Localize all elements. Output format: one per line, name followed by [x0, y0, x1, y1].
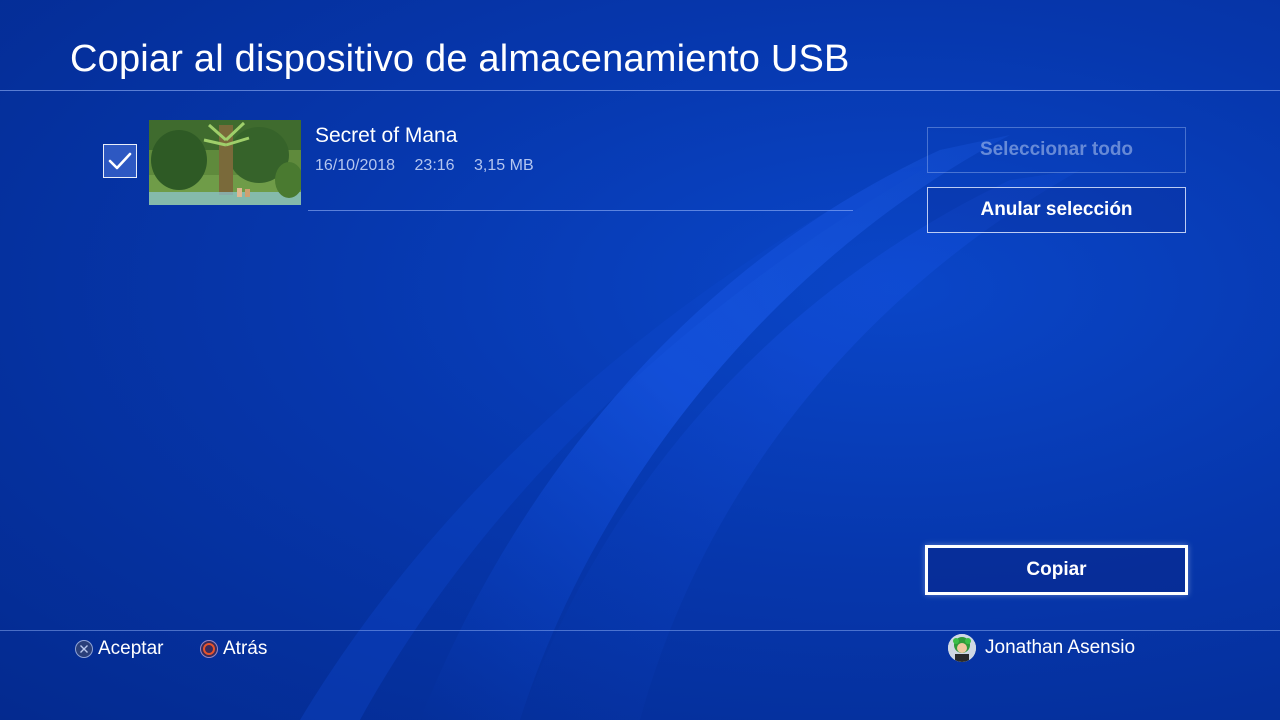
- item-meta: 16/10/2018 23:16 3,15 MB: [315, 157, 549, 175]
- list-item[interactable]: Secret of Mana 16/10/2018 23:16 3,15 MB: [100, 118, 860, 213]
- select-all-button[interactable]: Seleccionar todo: [927, 127, 1186, 173]
- copy-button[interactable]: Copiar: [925, 545, 1188, 595]
- check-icon: [108, 152, 132, 170]
- circle-button-icon: [200, 640, 218, 658]
- accept-label: Aceptar: [98, 638, 164, 659]
- header-divider: [0, 90, 1280, 91]
- item-date: 16/10/2018: [315, 157, 396, 174]
- avatar: [948, 634, 976, 662]
- user-name: Jonathan Asensio: [985, 637, 1136, 658]
- item-size: 3,15 MB: [474, 157, 534, 174]
- item-checkbox[interactable]: [103, 144, 137, 178]
- page-title: Copiar al dispositivo de almacenamiento …: [70, 38, 850, 80]
- item-time: 23:16: [414, 157, 455, 174]
- user-profile: Jonathan Asensio: [948, 634, 1135, 662]
- game-thumbnail: [149, 120, 301, 205]
- deselect-button[interactable]: Anular selección: [927, 187, 1186, 233]
- cross-button-icon: [75, 640, 93, 658]
- accept-hint: Aceptar: [75, 638, 163, 660]
- back-label: Atrás: [223, 638, 268, 659]
- item-title: Secret of Mana: [315, 124, 458, 147]
- footer-divider: [0, 630, 1280, 631]
- background-wave: [300, 135, 1080, 720]
- item-divider: [308, 210, 853, 211]
- back-hint: Atrás: [200, 638, 267, 660]
